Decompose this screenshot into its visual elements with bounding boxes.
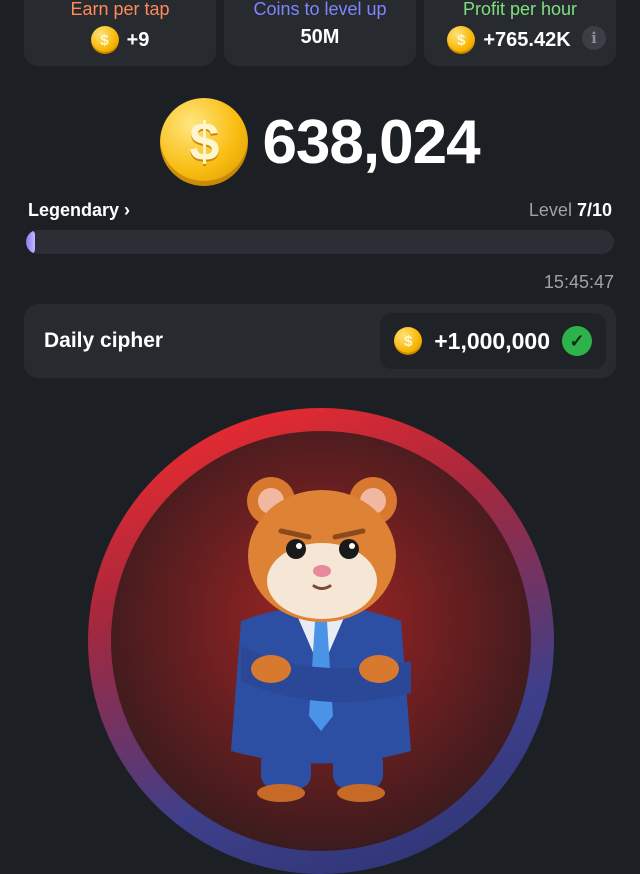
rank-link[interactable]: Legendary › bbox=[28, 200, 130, 221]
big-coin-icon: $ bbox=[160, 98, 249, 186]
profit-per-hour-value: +765.42K bbox=[483, 28, 571, 51]
balance: $ 638,024 bbox=[0, 98, 640, 186]
stats-bar: Earn per tap $ +9 Coins to level up 50M … bbox=[24, 0, 616, 66]
hamster-character-icon bbox=[231, 477, 411, 802]
coins-to-level-up-value: 50M bbox=[300, 26, 340, 48]
daily-cipher-title: Daily cipher bbox=[44, 329, 164, 352]
rank-label: Legendary bbox=[28, 200, 120, 220]
info-icon[interactable]: i bbox=[582, 26, 606, 50]
earn-per-tap-card: Earn per tap $ +9 bbox=[24, 0, 216, 66]
coin-icon: $ bbox=[90, 26, 119, 54]
tap-button[interactable] bbox=[111, 431, 531, 851]
coin-icon: $ bbox=[447, 26, 476, 54]
earn-per-tap-label: Earn per tap bbox=[70, 0, 170, 19]
coins-to-level-up-label: Coins to level up bbox=[253, 0, 387, 19]
earn-per-tap-value: +9 bbox=[126, 28, 150, 51]
daily-cipher-reward: $ +1,000,000 ✓ bbox=[380, 313, 606, 369]
profit-per-hour-card[interactable]: Profit per hour $ +765.42K i bbox=[424, 0, 616, 66]
level-progress-bar bbox=[26, 230, 614, 254]
level-indicator: Level 7/10 bbox=[528, 200, 612, 220]
chevron-right-icon: › bbox=[124, 200, 131, 220]
balance-value: 638,024 bbox=[262, 107, 480, 177]
coins-to-level-up-card: Coins to level up 50M bbox=[224, 0, 416, 66]
level-value: 7/10 bbox=[576, 200, 612, 220]
check-icon: ✓ bbox=[562, 326, 592, 356]
cipher-timer: 15:45:47 bbox=[543, 272, 614, 292]
daily-cipher-card[interactable]: Daily cipher $ +1,000,000 ✓ bbox=[24, 304, 616, 378]
coin-icon: $ bbox=[394, 327, 423, 355]
reward-value: +1,000,000 bbox=[434, 327, 550, 354]
level-progress-fill bbox=[26, 230, 35, 254]
profit-per-hour-label: Profit per hour bbox=[462, 0, 578, 19]
